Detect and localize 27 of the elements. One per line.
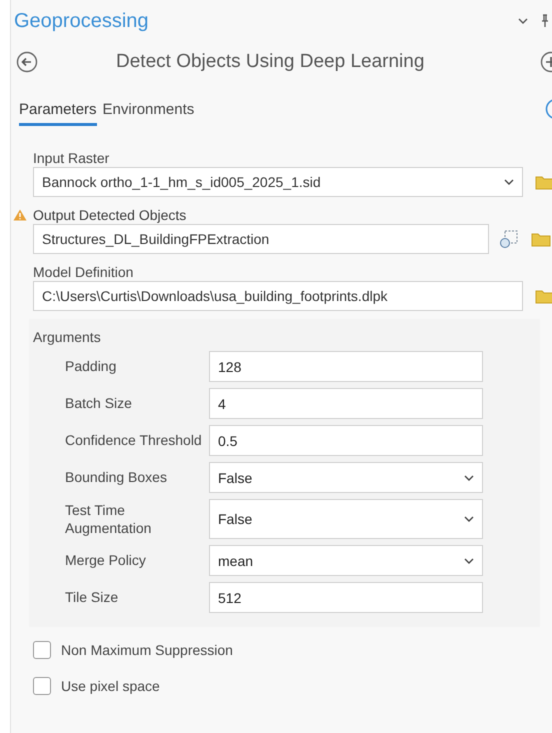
pane-title: Geoprocessing [14, 10, 149, 32]
tab[interactable]: Environments [102, 99, 194, 126]
argument-label: Test Time Augmentation [64, 500, 152, 538]
input-field[interactable]: 128 [209, 351, 483, 382]
argument-label: Confidence Threshold [64, 431, 203, 450]
dropdown-field[interactable]: False [209, 462, 483, 493]
dropdown-field[interactable]: mean [209, 545, 483, 576]
argument-label: Merge Policy [64, 551, 147, 570]
parameter-label: Input Raster [33, 150, 110, 166]
argument-label: Bounding Boxes [64, 468, 168, 487]
tab[interactable]: Parameters [19, 99, 97, 126]
dropdown-field[interactable]: False [209, 499, 483, 539]
checkbox-label: Use pixel space [61, 678, 160, 694]
argument-label: Tile Size [64, 588, 120, 607]
argument-label: Batch Size [64, 394, 133, 413]
section-title: Arguments [33, 329, 102, 345]
input-field[interactable]: 512 [209, 582, 483, 613]
dropdown-field[interactable]: Bannock ortho_1-1_hm_s_id005_2025_1.sid [33, 167, 523, 197]
input-field[interactable]: 4 [209, 388, 483, 419]
input-field[interactable]: 0.5 [209, 425, 483, 456]
parameter-label: Output Detected Objects [33, 206, 186, 222]
tool-title: Detect Objects Using Deep Learning [116, 51, 424, 73]
checkbox-label: Non Maximum Suppression [61, 642, 233, 658]
parameter-label: Model Definition [33, 264, 134, 280]
input-field[interactable]: Structures_DL_BuildingFPExtraction [33, 224, 489, 254]
input-field[interactable]: C:\Users\Curtis\Downloads\usa_building_footprints.dlpk [33, 281, 523, 311]
argument-label: Padding [64, 357, 118, 376]
